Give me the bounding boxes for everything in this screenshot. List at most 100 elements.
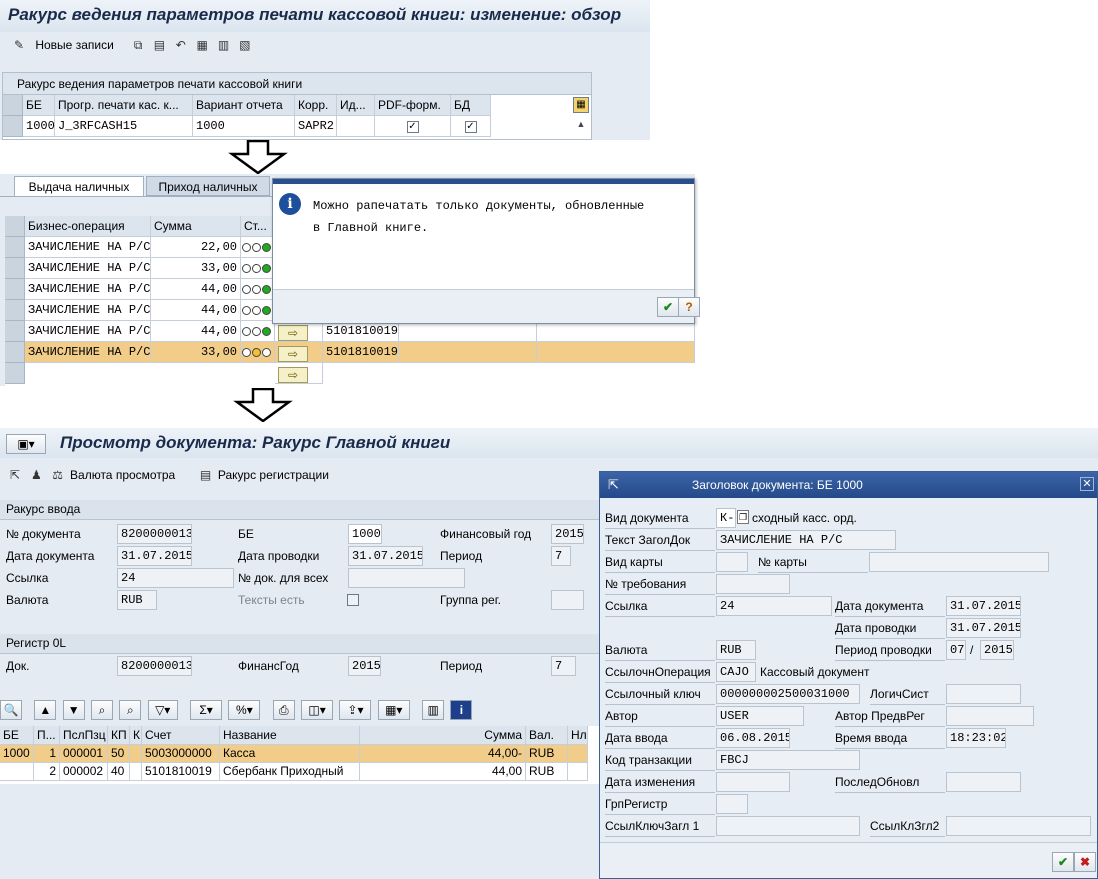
cell-posting-key[interactable]: 50	[108, 745, 130, 763]
filter-button[interactable]: ▽▾	[147, 700, 178, 720]
row-selector-header[interactable]	[5, 216, 25, 237]
cell-id[interactable]	[337, 116, 375, 137]
cell-sum[interactable]: 44,00	[151, 279, 241, 300]
post-date-field[interactable]: 31.07.2015	[946, 618, 1021, 638]
search-help-icon[interactable]: ❐	[737, 510, 749, 524]
currency-icon[interactable]: ⚖	[49, 466, 67, 484]
cell-operation[interactable]: ЗАЧИСЛЕНИЕ НА Р/С	[25, 321, 151, 342]
col-header-name[interactable]: Название	[220, 726, 360, 745]
col-header-be[interactable]: БЕ	[23, 95, 55, 116]
cell-pos-no[interactable]: 1	[34, 745, 60, 763]
doc-no-field[interactable]: 8200000013	[117, 524, 192, 544]
row-selector[interactable]	[5, 342, 25, 363]
details-button[interactable]: 🔍	[0, 700, 22, 720]
cell-currency[interactable]: RUB	[526, 745, 568, 763]
period-month-field[interactable]: 07	[946, 640, 966, 660]
dialog-close-icon[interactable]: ✕	[1080, 477, 1094, 491]
cell-account[interactable]: 5101810019	[323, 321, 399, 342]
cell-sum[interactable]: 22,00	[151, 237, 241, 258]
docall-field[interactable]	[348, 568, 465, 588]
col-header-be[interactable]: БЕ	[0, 726, 34, 745]
navigate-arrow-icon[interactable]: ⇨	[278, 367, 308, 383]
currency-field[interactable]: RUB	[117, 590, 157, 610]
period-year-field[interactable]: 2015	[980, 640, 1014, 660]
delete-icon[interactable]: ▤	[150, 36, 168, 54]
cell-operation[interactable]: ЗАЧИСЛЕНИЕ НА Р/С	[25, 258, 151, 279]
cell-currency[interactable]: RUB	[526, 763, 568, 781]
export-button[interactable]: ⇪▾	[339, 700, 372, 720]
col-header-nl[interactable]: Нл	[568, 726, 588, 745]
fy-field[interactable]: 2015	[551, 524, 584, 544]
col-header-currency[interactable]: Вал.	[526, 726, 568, 745]
cell-bd[interactable]: ✓	[451, 116, 491, 137]
cell-sum[interactable]: 33,00	[151, 342, 241, 363]
ref-key-field[interactable]: 000000002500031000	[716, 684, 860, 704]
ledger-period-field[interactable]: 7	[551, 656, 576, 676]
subtotal-button[interactable]: %▾	[228, 700, 261, 720]
pencil-icon[interactable]: ✎	[10, 36, 28, 54]
tab-cash-in[interactable]: Приход наличных	[146, 176, 270, 196]
cell-variant[interactable]: 1000	[193, 116, 295, 137]
bd-checkbox[interactable]: ✓	[464, 120, 477, 133]
ref-field[interactable]: 24	[716, 596, 832, 616]
info-button[interactable]: i	[450, 700, 473, 720]
chart-button[interactable]: ▥	[422, 700, 445, 720]
last-update-field[interactable]	[946, 772, 1021, 792]
dialog-cancel-button[interactable]: ✖	[1074, 852, 1096, 872]
cell-posting-line[interactable]: 000002	[60, 763, 108, 781]
pre-author-field[interactable]	[946, 706, 1034, 726]
navigate-arrow-icon[interactable]: ⇨	[278, 346, 308, 362]
dialog-ok-button[interactable]: ✔	[1052, 852, 1074, 872]
row-selector[interactable]	[5, 237, 25, 258]
col-header-account[interactable]: Счет	[142, 726, 220, 745]
cell-be[interactable]: 1000	[0, 745, 34, 763]
copy-icon[interactable]: ⧉	[129, 36, 147, 54]
log-sys-field[interactable]	[946, 684, 1021, 704]
row-selector[interactable]	[5, 321, 25, 342]
col-header-amount[interactable]: Сумма	[360, 726, 526, 745]
col-header-posting-line[interactable]: ПслПзц	[60, 726, 108, 745]
be-field[interactable]: 1000	[348, 524, 382, 544]
ledger-doc-field[interactable]: 8200000013	[117, 656, 192, 676]
cell-k[interactable]	[130, 745, 142, 763]
ref-op-field[interactable]: CAJO	[716, 662, 756, 682]
currency-view-button[interactable]: Валюта просмотра	[70, 468, 175, 482]
row-selector-header[interactable]	[3, 95, 23, 116]
cell-k[interactable]	[130, 763, 142, 781]
entry-date-field[interactable]: 06.08.2015	[716, 728, 790, 748]
row-selector[interactable]	[5, 300, 25, 321]
cell-nl[interactable]	[568, 763, 588, 781]
layout-button[interactable]: ▦▾	[377, 700, 410, 720]
help-button[interactable]: ?	[678, 297, 700, 317]
tab-cash-out[interactable]: Выдача наличных	[14, 176, 144, 196]
cell-name[interactable]: Касса	[220, 745, 360, 763]
views-button[interactable]: ◫▾	[301, 700, 334, 720]
select-block-icon[interactable]: ▥	[215, 36, 233, 54]
new-entries-button[interactable]: Новые записи	[35, 38, 113, 52]
period-field[interactable]: 7	[551, 546, 571, 566]
author-field[interactable]: USER	[716, 706, 804, 726]
texts-checkbox[interactable]	[347, 594, 359, 606]
sort-asc-button[interactable]: ▲	[34, 700, 57, 720]
col-header-sum[interactable]: Сумма	[151, 216, 241, 237]
cell-program[interactable]: J_3RFCASH15	[55, 116, 193, 137]
sum-button[interactable]: Σ▾	[190, 700, 223, 720]
find-button[interactable]: ⌕	[91, 700, 114, 720]
tcode-field[interactable]: FBCJ	[716, 750, 860, 770]
col-header-program[interactable]: Прогр. печати кас. к...	[55, 95, 193, 116]
col-header-bd[interactable]: БД	[451, 95, 491, 116]
doc-date-field[interactable]: 31.07.2015	[117, 546, 192, 566]
card-no-field[interactable]	[869, 552, 1049, 572]
cell-be[interactable]: 1000	[23, 116, 55, 137]
cell-amount[interactable]: 44,00-	[360, 745, 526, 763]
col-header-id[interactable]: Ид...	[337, 95, 375, 116]
cell-pdf[interactable]: ✓	[375, 116, 451, 137]
doc-date-field[interactable]: 31.07.2015	[946, 596, 1021, 616]
cell-corr[interactable]: SAPR2	[295, 116, 337, 137]
cell-account[interactable]: 5101810019	[323, 342, 399, 363]
cell-nl[interactable]	[568, 745, 588, 763]
col-header-pdf[interactable]: PDF-форм.	[375, 95, 451, 116]
column-settings-icon[interactable]: ▦	[573, 97, 589, 113]
col-header-status[interactable]: Ст...	[241, 216, 275, 237]
cell-operation[interactable]: ЗАЧИСЛЕНИЕ НА Р/С	[25, 279, 151, 300]
